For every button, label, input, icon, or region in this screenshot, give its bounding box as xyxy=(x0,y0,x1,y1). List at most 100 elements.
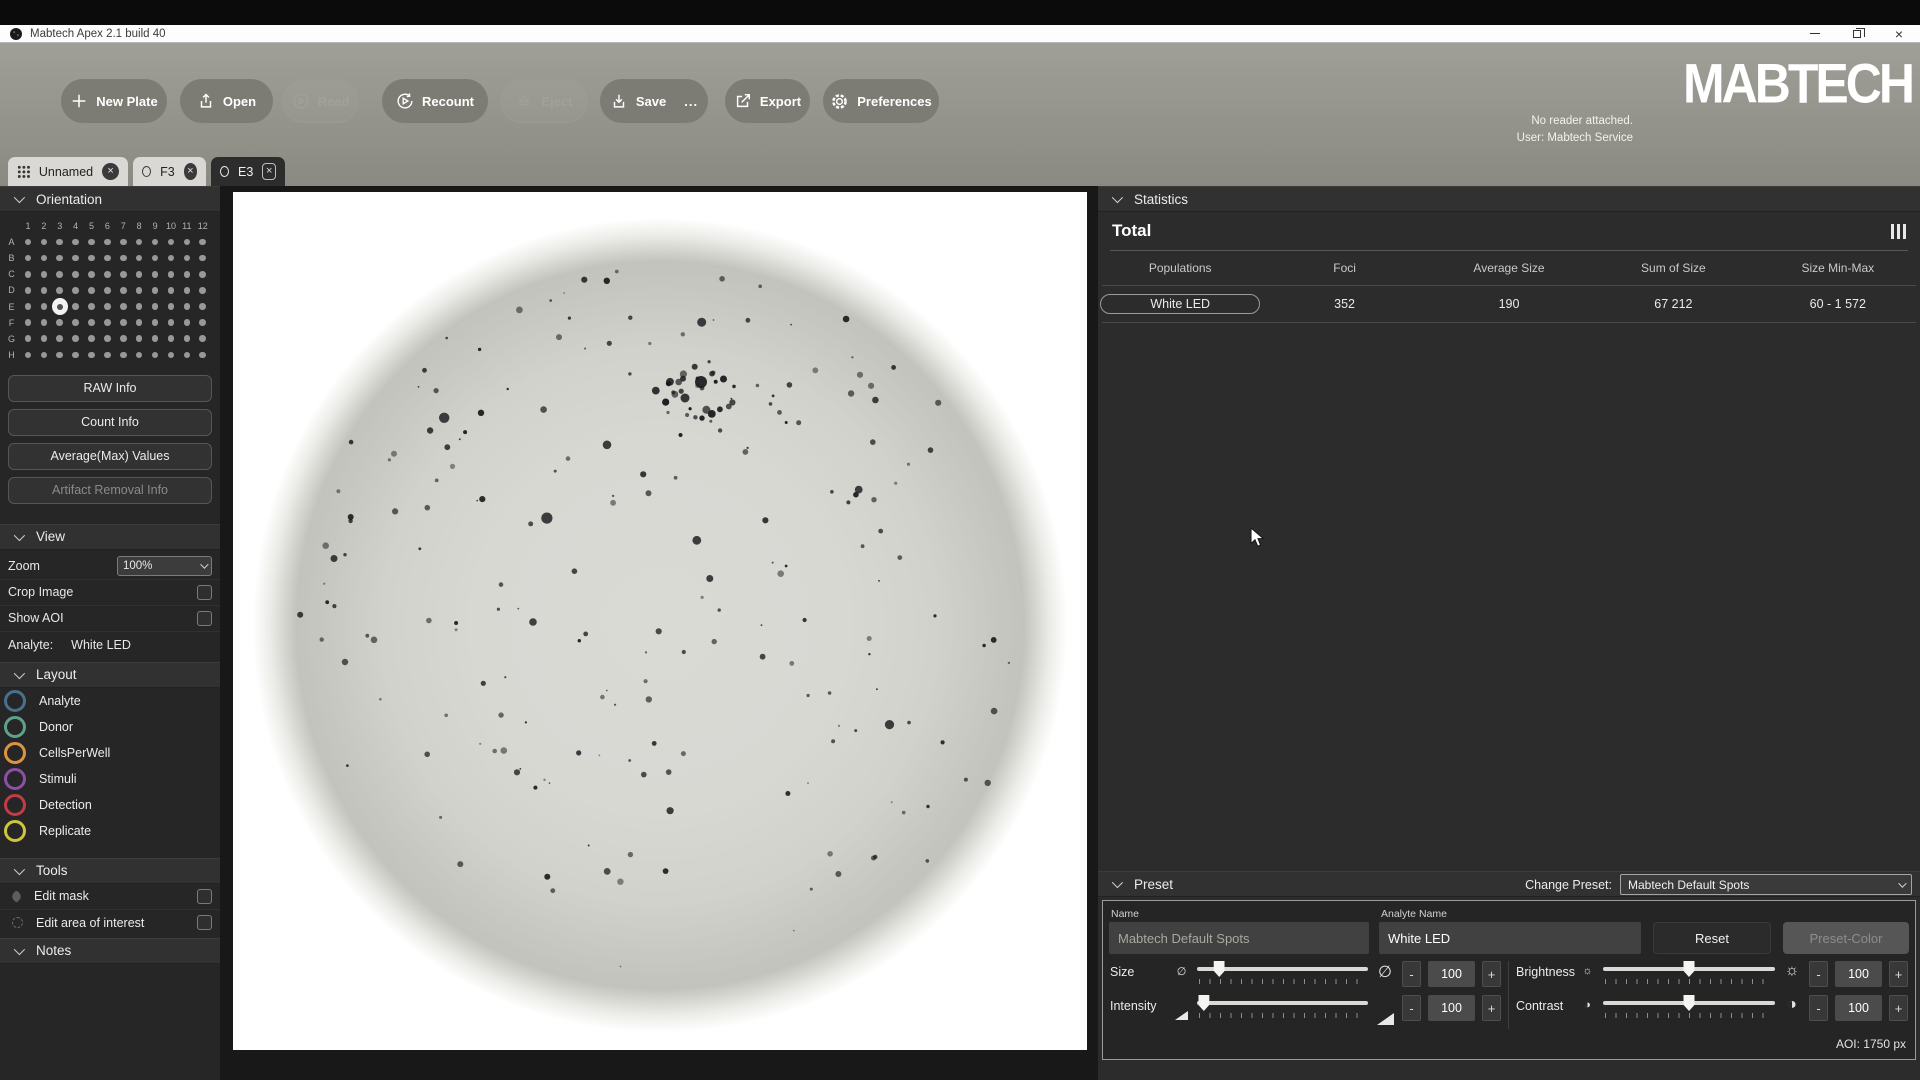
well-A2[interactable] xyxy=(41,239,48,246)
layout-item-detection[interactable]: Detection xyxy=(0,792,220,818)
close-button[interactable]: × xyxy=(1878,25,1920,42)
well-C2[interactable] xyxy=(41,271,48,278)
open-button[interactable]: Open xyxy=(180,79,273,123)
well-E4[interactable] xyxy=(72,303,79,310)
well-H12[interactable] xyxy=(199,352,206,359)
well-C12[interactable] xyxy=(199,271,206,278)
well-D12[interactable] xyxy=(199,287,206,294)
export-button[interactable]: Export xyxy=(725,79,810,123)
well-E10[interactable] xyxy=(168,303,175,310)
well-B6[interactable] xyxy=(104,255,111,262)
size-slider[interactable] xyxy=(1197,961,1368,985)
contrast-increase-button[interactable]: + xyxy=(1889,995,1908,1021)
well-G10[interactable] xyxy=(168,335,175,342)
well-E2[interactable] xyxy=(41,303,48,310)
change-preset-select[interactable]: Mabtech Default Spots xyxy=(1620,874,1912,895)
tab-close-icon[interactable]: × xyxy=(102,163,119,180)
slider-handle[interactable] xyxy=(1684,961,1695,977)
well-F12[interactable] xyxy=(199,319,206,326)
well-G3[interactable] xyxy=(56,335,63,342)
well-G11[interactable] xyxy=(184,335,191,342)
well-E6[interactable] xyxy=(104,303,111,310)
restore-button[interactable] xyxy=(1836,25,1878,42)
count-info-button[interactable]: Count Info xyxy=(8,409,212,436)
well-A1[interactable] xyxy=(25,239,32,246)
edit-mask-checkbox[interactable] xyxy=(197,889,212,904)
preset-color-button[interactable]: Preset-Color xyxy=(1783,922,1909,954)
brightness-slider[interactable] xyxy=(1603,961,1775,985)
well-D5[interactable] xyxy=(88,287,95,294)
show-aoi-checkbox[interactable] xyxy=(197,611,212,626)
well-H11[interactable] xyxy=(184,352,191,359)
view-section-header[interactable]: View xyxy=(0,524,220,550)
well-D4[interactable] xyxy=(72,287,79,294)
well-B12[interactable] xyxy=(199,255,206,262)
well-H8[interactable] xyxy=(136,352,143,359)
well-F5[interactable] xyxy=(88,319,95,326)
well-E8[interactable] xyxy=(136,303,143,310)
well-F7[interactable] xyxy=(120,319,127,326)
contrast-decrease-button[interactable]: - xyxy=(1809,995,1828,1021)
preferences-button[interactable]: Preferences xyxy=(823,79,939,123)
well-D9[interactable] xyxy=(152,287,159,294)
well-H5[interactable] xyxy=(88,352,95,359)
well-C1[interactable] xyxy=(25,271,32,278)
edit-mask-row[interactable]: Edit mask xyxy=(0,884,220,910)
well-A5[interactable] xyxy=(88,239,95,246)
well-A7[interactable] xyxy=(120,239,127,246)
intensity-value[interactable]: 100 xyxy=(1428,995,1475,1021)
well-D3[interactable] xyxy=(56,287,63,294)
preset-name-input[interactable] xyxy=(1109,922,1369,954)
layout-item-cellsperwell[interactable]: CellsPerWell xyxy=(0,740,220,766)
well-H6[interactable] xyxy=(104,352,111,359)
raw-info-button[interactable]: RAW Info xyxy=(8,375,212,402)
well-H10[interactable] xyxy=(168,352,175,359)
contrast-slider[interactable] xyxy=(1603,995,1775,1019)
slider-handle[interactable] xyxy=(1684,995,1695,1011)
well-F9[interactable] xyxy=(152,319,159,326)
zoom-select[interactable]: 100% xyxy=(117,556,212,576)
well-C6[interactable] xyxy=(104,271,111,278)
layout-item-replicate[interactable]: Replicate xyxy=(0,818,220,844)
preset-section-header[interactable]: Preset Change Preset: Mabtech Default Sp… xyxy=(1098,871,1920,897)
well-D8[interactable] xyxy=(136,287,143,294)
well-F8[interactable] xyxy=(136,319,143,326)
intensity-slider[interactable] xyxy=(1197,995,1368,1019)
well-G1[interactable] xyxy=(25,335,32,342)
well-B8[interactable] xyxy=(136,255,143,262)
well-F11[interactable] xyxy=(184,319,191,326)
well-C8[interactable] xyxy=(136,271,143,278)
well-D1[interactable] xyxy=(25,287,32,294)
well-D7[interactable] xyxy=(120,287,127,294)
tab-unnamed[interactable]: Unnamed × xyxy=(8,157,128,186)
population-pill[interactable]: White LED xyxy=(1100,294,1260,314)
tab-f3[interactable]: F3 × xyxy=(133,157,206,186)
new-plate-button[interactable]: New Plate xyxy=(61,79,167,123)
well-A3[interactable] xyxy=(56,239,63,246)
well-C10[interactable] xyxy=(168,271,175,278)
well-B5[interactable] xyxy=(88,255,95,262)
edit-aoi-row[interactable]: Edit area of interest xyxy=(0,910,220,936)
size-value[interactable]: 100 xyxy=(1428,961,1475,987)
eject-button[interactable]: Eject xyxy=(500,79,588,123)
well-F2[interactable] xyxy=(41,319,48,326)
well-D10[interactable] xyxy=(168,287,175,294)
analyte-name-input[interactable] xyxy=(1379,922,1641,954)
well-F10[interactable] xyxy=(168,319,175,326)
well-E9[interactable] xyxy=(152,303,159,310)
well-E1[interactable] xyxy=(25,303,32,310)
orientation-section-header[interactable]: Orientation xyxy=(0,186,220,212)
well-H7[interactable] xyxy=(120,352,127,359)
well-D6[interactable] xyxy=(104,287,111,294)
artifact-removal-info-button[interactable]: Artifact Removal Info xyxy=(8,477,212,504)
well-C7[interactable] xyxy=(120,271,127,278)
well-C5[interactable] xyxy=(88,271,95,278)
average-max-values-button[interactable]: Average(Max) Values xyxy=(8,443,212,470)
well-F4[interactable] xyxy=(72,319,79,326)
layout-item-stimuli[interactable]: Stimuli xyxy=(0,766,220,792)
well-C4[interactable] xyxy=(72,271,79,278)
columns-icon[interactable] xyxy=(1891,224,1907,239)
brightness-decrease-button[interactable]: - xyxy=(1809,961,1828,987)
minimize-button[interactable] xyxy=(1794,25,1836,42)
well-H1[interactable] xyxy=(25,352,32,359)
